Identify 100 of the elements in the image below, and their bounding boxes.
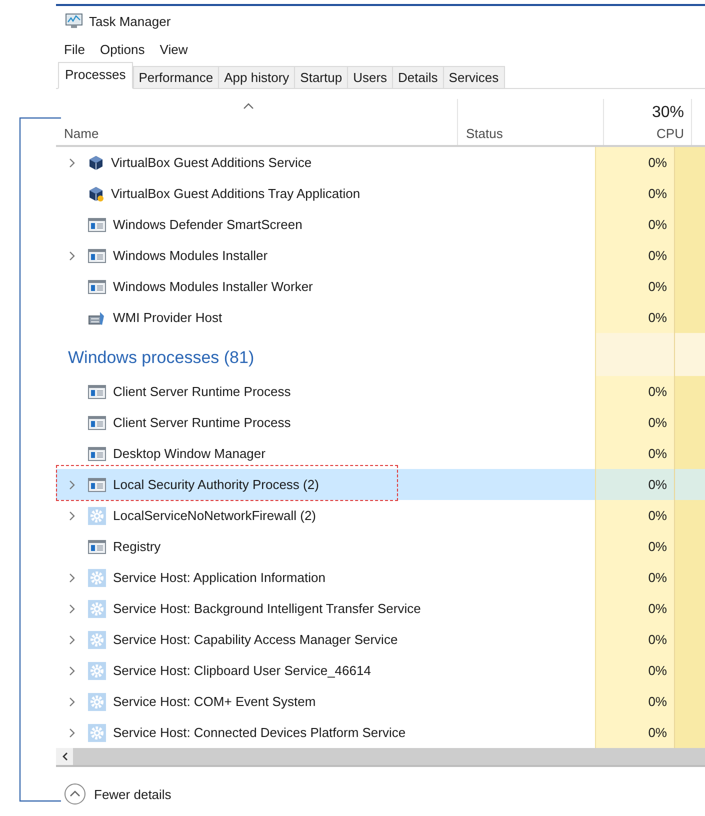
process-name: Client Server Runtime Process xyxy=(113,415,291,430)
process-row[interactable]: LocalServiceNoNetworkFirewall (2) 0% xyxy=(56,500,705,531)
column-header[interactable]: Status xyxy=(466,126,603,141)
table-cell xyxy=(675,147,705,178)
process-row[interactable]: Service Host: Clipboard User Service_46614 0% xyxy=(56,655,705,686)
chevron-icon[interactable] xyxy=(69,728,75,738)
process-row[interactable]: Client Server Runtime Process 0% xyxy=(56,376,705,407)
process-name: Desktop Window Manager xyxy=(113,446,266,461)
menu-item[interactable]: View xyxy=(160,42,188,56)
process-name: LocalServiceNoNetworkFirewall (2) xyxy=(113,508,316,523)
table-cell xyxy=(675,500,705,531)
window-icon xyxy=(88,248,106,262)
window-icon xyxy=(88,540,106,554)
process-name: Local Security Authority Process (2) xyxy=(113,477,319,492)
chevron-icon[interactable] xyxy=(69,696,75,706)
server-icon xyxy=(88,310,106,326)
cpu-cell: 0% xyxy=(595,531,675,562)
tab[interactable]: Details xyxy=(392,66,443,88)
process-row[interactable]: Service Host: Background Intelligent Transfer Service 0% xyxy=(56,593,705,624)
cpu-cell: 0% xyxy=(595,240,675,271)
chevron-icon[interactable] xyxy=(69,572,75,582)
process-name: Service Host: Capability Access Manager Service xyxy=(113,632,398,647)
process-row[interactable]: Windows Defender SmartScreen 0% xyxy=(56,209,705,240)
process-name: Client Server Runtime Process xyxy=(113,384,291,399)
column-header[interactable]: CPU xyxy=(656,126,684,141)
cpu-cell: 0% xyxy=(595,624,675,655)
gear-icon xyxy=(88,600,106,618)
fewer-details-link[interactable]: Fewer details xyxy=(94,786,172,802)
gear-icon xyxy=(88,506,106,524)
menu-item[interactable]: File xyxy=(64,42,85,56)
chevron-icon[interactable] xyxy=(69,666,75,676)
chevron-icon[interactable] xyxy=(69,510,75,520)
chevron-icon[interactable] xyxy=(69,480,75,490)
cube-icon xyxy=(88,154,104,170)
window-icon xyxy=(88,384,106,398)
process-row[interactable]: Service Host: Application Information 0% xyxy=(56,562,705,593)
window-icon xyxy=(88,416,106,430)
cube-icon xyxy=(88,186,104,202)
tab[interactable]: Startup xyxy=(294,66,348,88)
table-cell xyxy=(675,333,705,376)
cpu-cell: 0% xyxy=(595,178,675,209)
process-row[interactable]: Client Server Runtime Process 0% xyxy=(56,407,705,438)
cpu-cell: 0% xyxy=(595,271,675,302)
tab[interactable]: Users xyxy=(347,66,392,88)
process-row[interactable]: VirtualBox Guest Additions Tray Application 0% xyxy=(56,178,705,209)
column-header[interactable]: Name xyxy=(64,126,457,141)
collapse-icon[interactable] xyxy=(64,783,86,805)
tab[interactable]: Performance xyxy=(132,66,218,88)
table-cell xyxy=(675,469,705,500)
process-row[interactable]: VirtualBox Guest Additions Service 0% xyxy=(56,147,705,178)
process-row[interactable]: Service Host: Connected Devices Platform Service 0% xyxy=(56,717,705,748)
window-icon xyxy=(88,218,106,232)
process-name: Service Host: Clipboard User Service_46614 xyxy=(113,663,371,678)
monitor-icon xyxy=(65,13,83,29)
process-row[interactable]: WMI Provider Host 0% xyxy=(56,302,705,333)
process-name: Service Host: Background Intelligent Transfer Service xyxy=(113,601,421,616)
table-cell xyxy=(675,302,705,333)
gear-icon xyxy=(88,662,106,680)
process-name: Windows Modules Installer Worker xyxy=(113,279,313,294)
cpu-cell: 0% xyxy=(595,655,675,686)
menu-item[interactable]: Options xyxy=(100,42,145,56)
process-name: Registry xyxy=(113,539,161,554)
cpu-cell: 0% xyxy=(595,376,675,407)
process-name: Service Host: COM+ Event System xyxy=(113,694,316,709)
table-cell xyxy=(675,376,705,407)
scroll-left-button[interactable] xyxy=(56,748,73,765)
tab[interactable]: Services xyxy=(442,66,505,88)
cpu-total: 30% xyxy=(652,104,684,122)
window-icon xyxy=(88,478,106,492)
group-header: Windows processes (81) xyxy=(67,346,254,368)
cpu-cell: 0% xyxy=(595,717,675,748)
cpu-cell: 0% xyxy=(595,407,675,438)
window-title: Task Manager xyxy=(89,14,171,28)
tab[interactable]: App history xyxy=(218,66,294,88)
cpu-cell: 0% xyxy=(595,209,675,240)
window-icon xyxy=(88,446,106,460)
window-icon xyxy=(88,280,106,294)
chevron-icon[interactable] xyxy=(69,604,75,614)
chevron-icon[interactable] xyxy=(69,634,75,644)
process-row[interactable]: Windows Modules Installer Worker 0% xyxy=(56,271,705,302)
process-name: Service Host: Connected Devices Platform Service xyxy=(113,725,406,740)
process-row[interactable]: Registry 0% xyxy=(56,531,705,562)
cpu-cell: 0% xyxy=(595,593,675,624)
cpu-cell: 0% xyxy=(595,469,675,500)
cpu-cell: 0% xyxy=(595,302,675,333)
chevron-icon[interactable] xyxy=(69,250,75,260)
process-row[interactable]: Service Host: COM+ Event System 0% xyxy=(56,686,705,717)
table-cell xyxy=(675,438,705,469)
process-row[interactable]: Service Host: Capability Access Manager Service 0% xyxy=(56,624,705,655)
chevron-icon[interactable] xyxy=(69,158,75,168)
cpu-cell: 0% xyxy=(595,500,675,531)
process-name: Windows Modules Installer xyxy=(113,248,268,263)
process-name: Service Host: Application Information xyxy=(113,570,326,585)
gear-icon xyxy=(88,724,106,742)
horizontal-scrollbar[interactable] xyxy=(56,748,705,767)
process-row[interactable]: Desktop Window Manager 0% xyxy=(56,438,705,469)
tab[interactable]: Processes xyxy=(58,62,133,89)
process-name: VirtualBox Guest Additions Service xyxy=(111,155,312,170)
process-name: VirtualBox Guest Additions Tray Application xyxy=(111,186,360,201)
process-row[interactable]: Windows Modules Installer 0% xyxy=(56,240,705,271)
